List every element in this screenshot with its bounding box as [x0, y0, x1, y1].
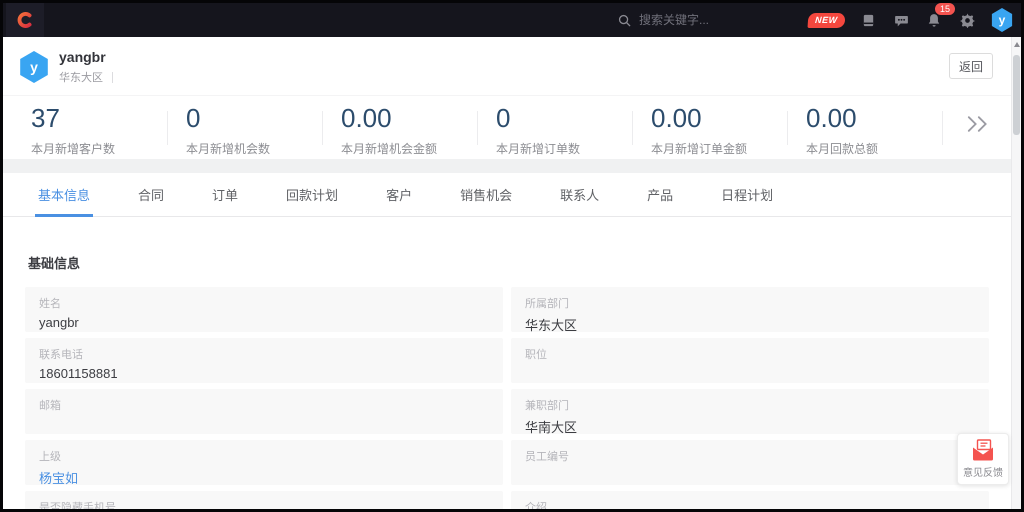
field-email[interactable]: 邮箱: [25, 389, 503, 434]
tab-payment-plan[interactable]: 回款计划: [286, 173, 338, 217]
vertical-scrollbar[interactable]: [1011, 37, 1021, 509]
field-value: 18601158881: [39, 366, 489, 381]
notification-count-badge: 15: [934, 2, 956, 16]
new-feature-badge[interactable]: NEW: [807, 13, 845, 28]
feedback-label: 意见反馈: [963, 464, 1003, 479]
field-position[interactable]: 职位: [511, 338, 989, 383]
stat-new-opportunities: 0 本月新增机会数: [186, 103, 341, 159]
stat-label: 本月新增客户数: [31, 140, 186, 157]
global-search[interactable]: [618, 3, 789, 37]
app-window: NEW 15 y y yangbr 华东大区 返回 37 本月新增客户数: [0, 0, 1024, 512]
stat-label: 本月回款总额: [806, 140, 961, 157]
basic-info-panel: 基础信息 姓名 yangbr 所属部门 华东大区 联系电话 1860115888…: [3, 217, 1021, 512]
tab-products[interactable]: 产品: [647, 173, 673, 217]
field-label: 上级: [39, 448, 489, 464]
field-value: 华东大区: [525, 315, 975, 332]
tab-schedule[interactable]: 日程计划: [721, 173, 773, 217]
field-label: 是否隐藏手机号: [39, 499, 489, 512]
section-separator: [3, 159, 1021, 173]
back-button[interactable]: 返回: [949, 53, 993, 79]
stat-opportunity-amount: 0.00 本月新增机会金额: [341, 103, 496, 159]
search-input[interactable]: [639, 13, 789, 27]
profile-header: y yangbr 华东大区 返回: [3, 37, 1021, 95]
tab-contacts[interactable]: 联系人: [560, 173, 599, 217]
field-superior[interactable]: 上级 杨宝如: [25, 440, 503, 485]
field-secondary-department[interactable]: 兼职部门 华南大区: [511, 389, 989, 434]
monthly-stats-bar: 37 本月新增客户数 0 本月新增机会数 0.00 本月新增机会金额 0 本月新…: [3, 95, 1021, 159]
field-label: 姓名: [39, 295, 489, 311]
field-value: yangbr: [39, 315, 489, 330]
feedback-button[interactable]: 意见反馈: [957, 433, 1009, 485]
divider: [112, 72, 113, 83]
field-label: 职位: [525, 346, 975, 362]
stat-value: 0.00: [341, 103, 496, 133]
stat-label: 本月新增机会金额: [341, 140, 496, 157]
field-label: 联系电话: [39, 346, 489, 362]
tab-contracts[interactable]: 合同: [138, 173, 164, 217]
section-title: 基础信息: [3, 217, 1021, 287]
topbar-actions: NEW 15 y: [808, 3, 1014, 37]
stat-value: 0.00: [806, 103, 961, 133]
stat-value: 0: [186, 103, 341, 133]
field-employee-id[interactable]: 员工编号: [511, 440, 989, 485]
field-hide-phone[interactable]: 是否隐藏手机号: [25, 491, 503, 512]
search-icon: [618, 14, 631, 27]
stat-value: 37: [31, 103, 186, 133]
field-name[interactable]: 姓名 yangbr: [25, 287, 503, 332]
field-value: 华南大区: [525, 417, 975, 434]
messages-icon[interactable]: [892, 11, 910, 29]
stat-value: 0.00: [651, 103, 806, 133]
tab-customers[interactable]: 客户: [386, 173, 412, 217]
stat-value: 0: [496, 103, 651, 133]
brand-c-logo-icon: [15, 10, 35, 30]
field-intro[interactable]: 介绍: [511, 491, 989, 512]
field-label: 兼职部门: [525, 397, 975, 413]
superior-link[interactable]: 杨宝如: [39, 468, 489, 485]
notifications-bell-icon[interactable]: 15: [925, 11, 943, 29]
field-label: 所属部门: [525, 295, 975, 311]
stat-label: 本月新增订单数: [496, 140, 651, 157]
top-navigation-bar: NEW 15 y: [3, 3, 1021, 37]
scrollbar-thumb[interactable]: [1013, 55, 1020, 135]
tab-orders[interactable]: 订单: [212, 173, 238, 217]
tab-sales-opportunities[interactable]: 销售机会: [460, 173, 512, 217]
settings-gear-icon[interactable]: [958, 11, 976, 29]
field-phone[interactable]: 联系电话 18601158881: [25, 338, 503, 383]
more-stats-chevrons-icon[interactable]: [965, 114, 989, 137]
fields-grid: 姓名 yangbr 所属部门 华东大区 联系电话 18601158881 职位 …: [3, 287, 1021, 512]
stat-new-orders: 0 本月新增订单数: [496, 103, 651, 159]
manual-book-icon[interactable]: [859, 11, 877, 29]
field-label: 邮箱: [39, 397, 489, 413]
stat-payment-total: 0.00 本月回款总额: [806, 103, 961, 159]
profile-name: yangbr: [59, 49, 106, 65]
stat-label: 本月新增机会数: [186, 140, 341, 157]
field-own-department[interactable]: 所属部门 华东大区: [511, 287, 989, 332]
profile-department-label: 华东大区: [59, 69, 103, 85]
stat-order-amount: 0.00 本月新增订单金额: [651, 103, 806, 159]
field-label: 介绍: [525, 499, 975, 512]
app-logo[interactable]: [6, 3, 44, 37]
user-avatar[interactable]: y: [991, 8, 1013, 32]
tab-basic-info[interactable]: 基本信息: [38, 173, 90, 217]
detail-tabs: 基本信息 合同 订单 回款计划 客户 销售机会 联系人 产品 日程计划: [3, 173, 1021, 217]
stat-new-customers: 37 本月新增客户数: [31, 103, 186, 159]
feedback-envelope-icon: [971, 439, 995, 461]
profile-avatar: y: [19, 51, 49, 83]
stat-label: 本月新增订单金额: [651, 140, 806, 157]
field-label: 员工编号: [525, 448, 975, 464]
profile-department: 华东大区: [59, 69, 113, 85]
scroll-up-arrow-icon[interactable]: [1014, 42, 1020, 47]
